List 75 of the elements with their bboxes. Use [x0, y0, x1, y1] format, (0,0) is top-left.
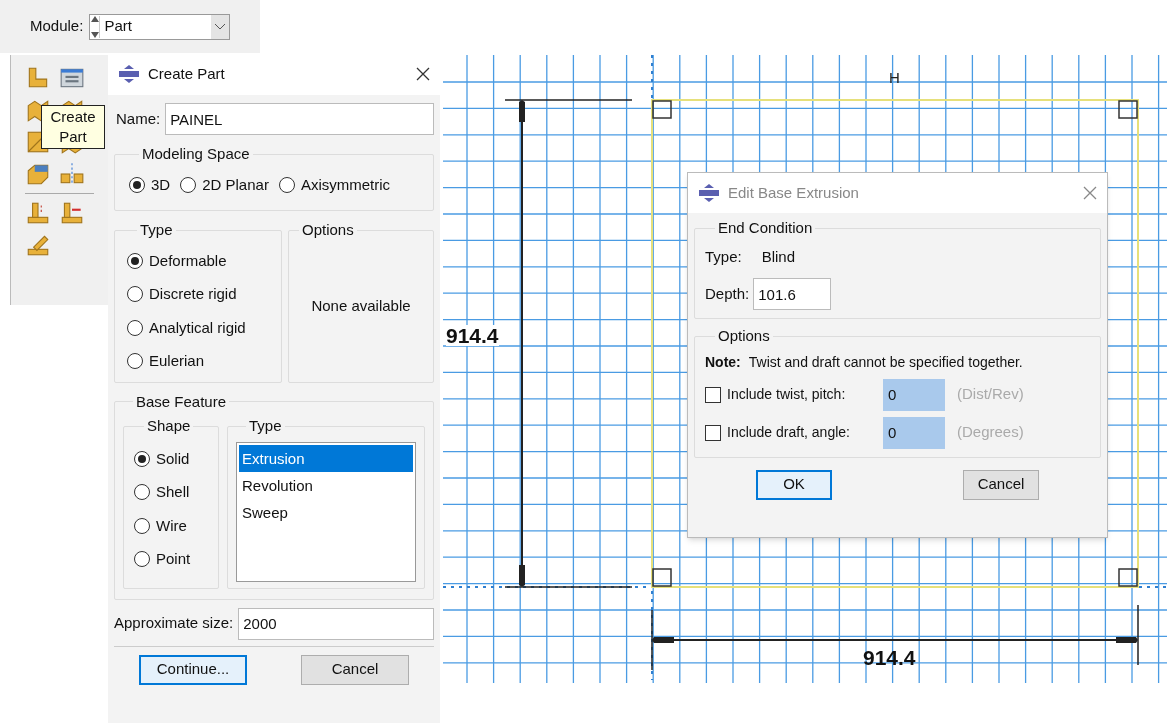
checkbox[interactable]: [705, 386, 721, 403]
type-value: Blind: [761, 246, 796, 267]
checkbox[interactable]: [705, 424, 721, 441]
radio-label: Wire: [156, 515, 187, 536]
corner-marker: [1118, 100, 1138, 119]
name-field[interactable]: PAINEL: [165, 103, 434, 135]
options-text: None available: [311, 296, 411, 317]
dialog-button[interactable]: Cancel: [963, 469, 1039, 500]
shift-icon[interactable]: [59, 200, 85, 226]
dimension-label: 914.4: [446, 325, 499, 346]
spin-icon: [90, 15, 101, 38]
dialog-title: Create Part: [148, 63, 226, 84]
module-dropdown[interactable]: Part: [89, 13, 230, 40]
mirror-icon[interactable]: [59, 161, 85, 187]
radio-label: 2D Planar: [202, 174, 269, 195]
dialog-button[interactable]: Continue...: [139, 654, 247, 685]
radio-label: Axisymmetric: [300, 174, 391, 195]
radio-button[interactable]: [129, 176, 145, 193]
value-field[interactable]: 0: [883, 378, 945, 411]
dialog-button[interactable]: OK: [756, 469, 832, 500]
group-title: Shape: [147, 417, 191, 434]
group-title: Base Feature: [136, 392, 227, 410]
group-title: Modeling Space: [142, 145, 250, 162]
radio-label: Shell: [156, 482, 190, 502]
list-item[interactable]: Extrusion: [239, 444, 413, 472]
radio-label: Analytical rigid: [149, 317, 246, 338]
radio-button[interactable]: [127, 319, 143, 336]
radio-button[interactable]: [134, 484, 150, 501]
radio-label: Discrete rigid: [149, 284, 237, 304]
type-label: Type:: [705, 246, 742, 267]
corner-marker: [1118, 568, 1138, 587]
corner-marker: [652, 568, 672, 587]
radio-label: 3D: [151, 174, 171, 195]
group-title: Type: [249, 417, 282, 434]
module-label: Module:: [30, 16, 84, 37]
radio-label: Deformable: [149, 250, 227, 271]
radio-button[interactable]: [127, 286, 143, 303]
close-icon[interactable]: [416, 67, 430, 81]
pencil-icon[interactable]: [25, 232, 51, 258]
solid-extrude-icon[interactable]: [25, 200, 51, 226]
radio-button[interactable]: [278, 176, 295, 193]
group-title: Options: [718, 327, 770, 344]
list-item[interactable]: Revolution: [239, 471, 413, 499]
dialog-title: Edit Base Extrusion: [728, 182, 860, 203]
unit-label: (Degrees): [957, 422, 1024, 443]
group-title: End Condition: [718, 219, 813, 236]
checkbox-label: Include twist, pitch:: [727, 385, 847, 404]
module-value: Part: [103, 16, 133, 37]
checkbox-label: Include draft, angle:: [727, 423, 851, 442]
group-title: Type: [140, 221, 173, 238]
radio-button[interactable]: [127, 353, 143, 370]
note-text: Note: Twist and draft cannot be specified together.: [705, 352, 1024, 372]
chevron-down-icon[interactable]: [211, 14, 229, 39]
corner-marker: [652, 100, 672, 119]
radio-button[interactable]: [134, 551, 150, 568]
unit-label: (Dist/Rev): [957, 384, 1024, 405]
name-label: Name:: [116, 108, 161, 129]
size-field[interactable]: 2000: [238, 607, 434, 640]
radio-button[interactable]: [134, 450, 150, 467]
dialog-button[interactable]: Cancel: [301, 654, 409, 685]
depth-field[interactable]: 101.6: [753, 278, 832, 310]
radio-button[interactable]: [127, 252, 143, 269]
tooltip: Create Part: [41, 105, 105, 149]
group-title: Options: [302, 221, 354, 238]
value-field[interactable]: 0: [883, 416, 945, 449]
size-label: Approximate size:: [114, 613, 234, 634]
radio-button[interactable]: [180, 176, 197, 193]
list-item[interactable]: Sweep: [239, 498, 413, 526]
app-icon: [698, 184, 720, 202]
app-icon: [118, 65, 140, 83]
radio-button[interactable]: [134, 517, 150, 534]
depth-label: Depth:: [705, 283, 750, 304]
radio-label: Solid: [156, 448, 190, 469]
radio-label: Point: [156, 549, 191, 569]
radio-label: Eulerian: [149, 351, 205, 371]
